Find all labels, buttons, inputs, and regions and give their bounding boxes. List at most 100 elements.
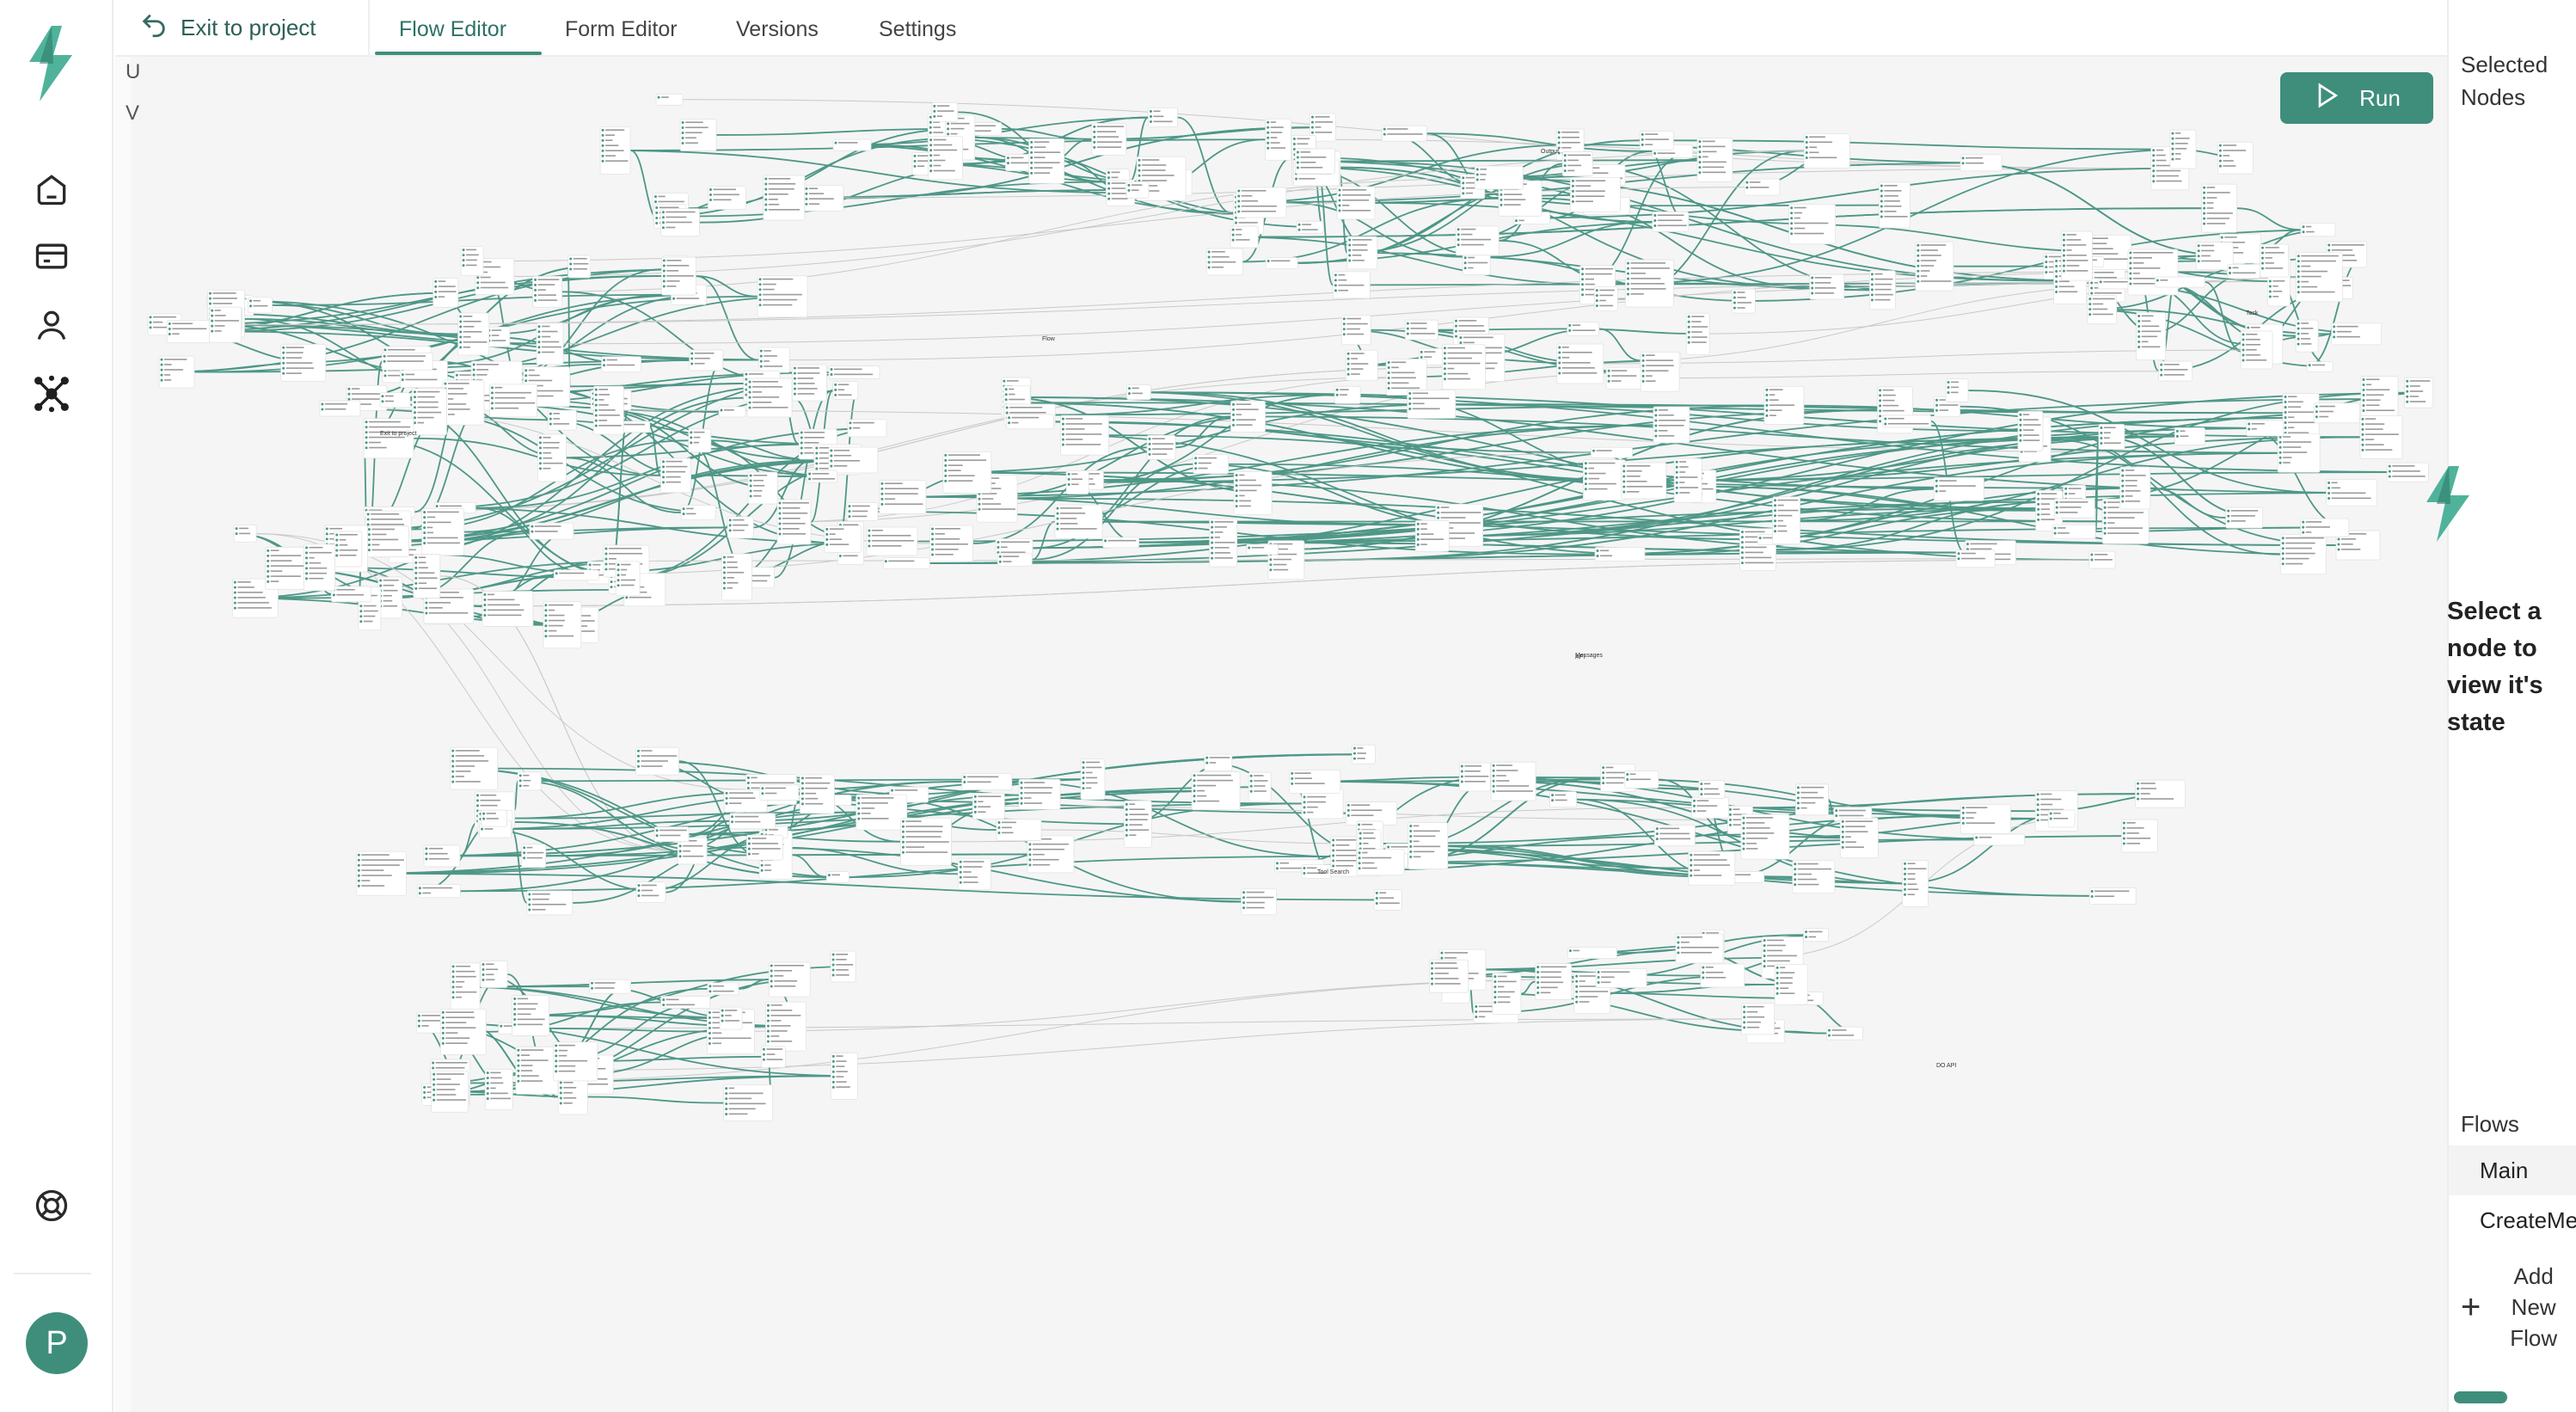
flow-node[interactable] — [830, 950, 856, 983]
avatar[interactable]: P — [26, 1312, 88, 1374]
flow-node[interactable] — [2306, 361, 2334, 373]
flow-edge[interactable] — [1606, 371, 2193, 379]
flow-node[interactable] — [2260, 243, 2289, 278]
flow-node[interactable] — [515, 1046, 559, 1095]
flow-node[interactable] — [1028, 138, 1065, 184]
flow-node[interactable] — [763, 175, 806, 221]
add-new-flow-button[interactable]: + Add New Flow — [2461, 1261, 2576, 1354]
flow-node[interactable] — [166, 320, 211, 343]
flow-node[interactable] — [601, 356, 641, 373]
flow-node[interactable] — [679, 119, 717, 151]
flow-node[interactable] — [2201, 183, 2237, 233]
flow-node[interactable] — [423, 844, 461, 868]
flow-node[interactable] — [1878, 181, 1911, 229]
flow-node[interactable] — [792, 364, 827, 402]
flow-node[interactable] — [567, 255, 592, 279]
flow-node[interactable] — [1567, 321, 1600, 336]
flow-node[interactable] — [481, 809, 508, 827]
flow-node[interactable] — [1652, 212, 1690, 232]
flow-node[interactable] — [543, 601, 582, 649]
flow-node[interactable] — [2120, 819, 2158, 853]
flow-node[interactable] — [2225, 506, 2264, 529]
flow-node[interactable] — [2088, 550, 2116, 569]
flow-node[interactable] — [1091, 122, 1127, 156]
flow-node[interactable] — [928, 136, 964, 181]
run-button[interactable]: Run — [2280, 72, 2433, 124]
flow-node[interactable] — [1204, 753, 1233, 771]
flow-node[interactable] — [1549, 791, 1577, 808]
flow-node[interactable] — [719, 1006, 743, 1030]
flow-node[interactable] — [1639, 130, 1674, 150]
flow-node[interactable] — [900, 817, 952, 866]
flow-node[interactable] — [655, 93, 684, 106]
flow-node[interactable] — [1060, 414, 1109, 456]
flow-node[interactable] — [1233, 471, 1273, 516]
flow-node[interactable] — [1346, 236, 1378, 270]
flow-node[interactable] — [1625, 259, 1674, 308]
flow-node[interactable] — [1492, 973, 1522, 1016]
flow-node[interactable] — [1915, 241, 1954, 292]
flow-node[interactable] — [209, 306, 242, 343]
flow-node[interactable] — [366, 525, 409, 558]
flow-item-main[interactable]: Main — [2449, 1145, 2576, 1195]
flow-node[interactable] — [1373, 889, 1402, 911]
flow-node[interactable] — [416, 884, 461, 899]
flow-node[interactable] — [2169, 129, 2197, 169]
flow-node[interactable] — [442, 379, 485, 426]
flow-node[interactable] — [729, 813, 776, 830]
flow-node[interactable] — [1205, 248, 1243, 276]
profile-icon[interactable] — [26, 299, 77, 351]
flow-node[interactable] — [1352, 744, 1376, 764]
flow-node[interactable] — [882, 557, 930, 570]
flow-node[interactable] — [1018, 778, 1061, 810]
flow-node[interactable] — [1653, 406, 1690, 444]
flow-node[interactable] — [800, 774, 835, 814]
flow-node[interactable] — [2240, 330, 2273, 370]
flow-node[interactable] — [481, 591, 534, 627]
flow-edge[interactable] — [587, 1096, 724, 1104]
flow-node[interactable] — [1792, 860, 1836, 894]
flow-node[interactable] — [1265, 118, 1292, 161]
flow-node[interactable] — [2098, 424, 2125, 450]
flow-node[interactable] — [1065, 470, 1089, 494]
flow-node[interactable] — [759, 784, 800, 801]
flow-edge[interactable] — [716, 128, 960, 136]
flow-node[interactable] — [1605, 366, 1646, 390]
flow-node[interactable] — [431, 1070, 469, 1113]
flow-node[interactable] — [1006, 414, 1054, 430]
flow-node[interactable] — [1803, 133, 1850, 169]
flow-node[interactable] — [1193, 454, 1230, 475]
flow-node[interactable] — [460, 246, 484, 277]
flow-node[interactable] — [828, 446, 879, 474]
flow-node[interactable] — [265, 546, 309, 590]
flow-node[interactable] — [1340, 315, 1371, 346]
tab-flow-editor[interactable]: Flow Editor — [399, 17, 506, 42]
flow-node[interactable] — [2295, 252, 2343, 303]
flow-node[interactable] — [761, 1045, 786, 1068]
flow-node[interactable] — [1230, 400, 1266, 433]
flow-node[interactable] — [660, 996, 711, 1009]
flow-canvas[interactable]: Exit to project API DO API Messages Tool Sea… — [131, 57, 2447, 1412]
flow-node[interactable] — [2135, 779, 2186, 808]
flow-node[interactable] — [718, 406, 746, 418]
flow-node[interactable] — [653, 826, 690, 843]
flow-node[interactable] — [635, 881, 666, 904]
flow-node[interactable] — [319, 400, 361, 417]
flow-node[interactable] — [304, 543, 335, 592]
flow-node[interactable] — [158, 355, 195, 389]
flow-node[interactable] — [2158, 360, 2193, 382]
flow-node[interactable] — [512, 995, 550, 1036]
flow-node[interactable] — [1594, 547, 1646, 562]
flow-edge[interactable] — [685, 181, 1107, 218]
flow-node[interactable] — [1236, 187, 1287, 218]
flow-node[interactable] — [828, 365, 880, 379]
flow-node[interactable] — [381, 352, 433, 371]
flow-node[interactable] — [2295, 319, 2319, 353]
flow-node[interactable] — [2119, 466, 2151, 510]
flow-node[interactable] — [1774, 963, 1808, 1005]
flow-node[interactable] — [1442, 344, 1486, 390]
flow-node[interactable] — [1561, 151, 1593, 176]
flow-node[interactable] — [1698, 780, 1726, 799]
flow-node[interactable] — [723, 1084, 774, 1122]
flow-node[interactable] — [2174, 427, 2205, 445]
